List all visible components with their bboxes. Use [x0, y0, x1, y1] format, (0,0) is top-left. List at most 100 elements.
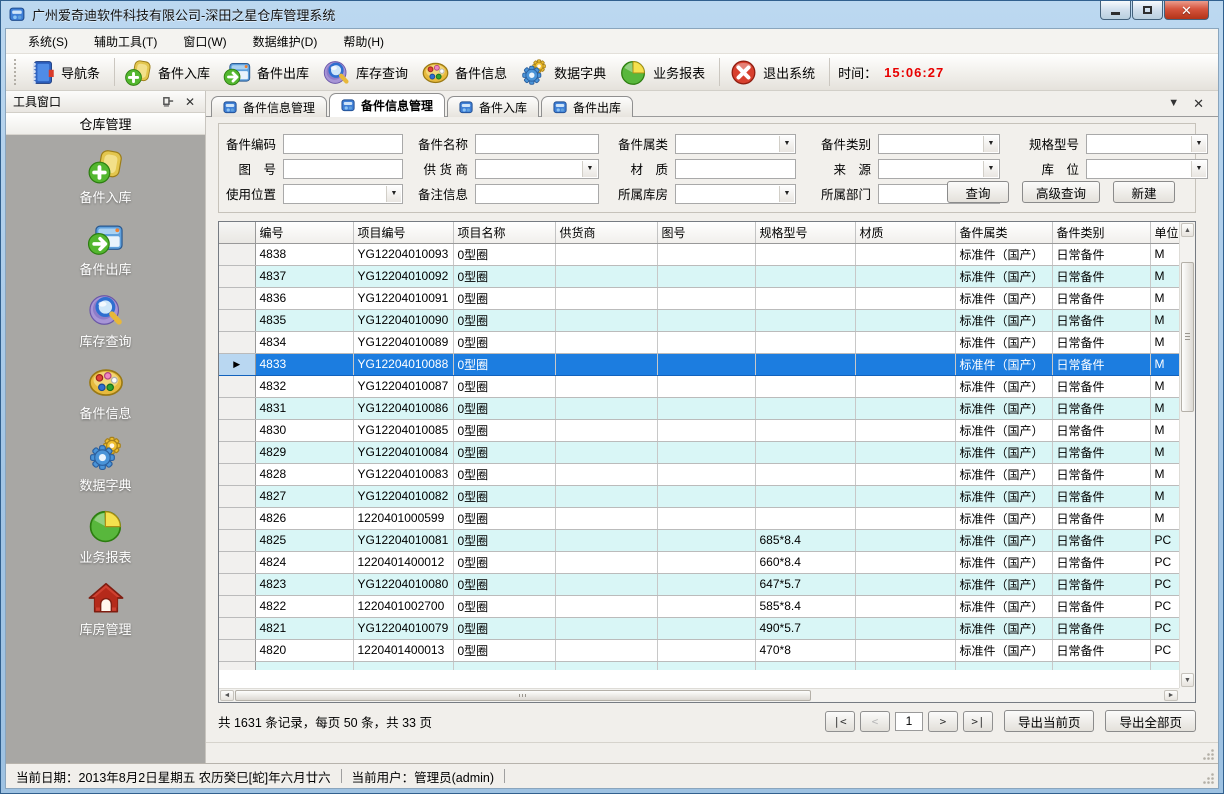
- query-button[interactable]: 查询: [947, 181, 1009, 203]
- toolbar-grip[interactable]: [14, 59, 18, 85]
- table-row[interactable]: 4828YG122040100830型圈标准件（国产）日常备件M: [219, 463, 1179, 485]
- table-row[interactable]: 4836YG122040100910型圈标准件（国产）日常备件M: [219, 287, 1179, 309]
- table-row[interactable]: 4821YG122040100790型圈490*5.7标准件（国产）日常备件PC: [219, 617, 1179, 639]
- chevron-down-icon[interactable]: ▼: [1191, 161, 1206, 177]
- menu-help[interactable]: 帮助(H): [333, 30, 394, 53]
- part-name-input[interactable]: [475, 134, 599, 154]
- table-row[interactable]: 482412204014000120型圈660*8.4标准件（国产）日常备件PC: [219, 551, 1179, 573]
- warehouse-select[interactable]: ▼: [675, 184, 796, 204]
- vertical-scroll-thumb[interactable]: [1181, 262, 1194, 412]
- menu-system[interactable]: 系统(S): [18, 30, 78, 53]
- sidebar-item-stock-query[interactable]: 库存查询: [41, 291, 171, 350]
- toolbar-exit-button[interactable]: 退出系统: [725, 56, 824, 89]
- table-row[interactable]: 4831YG122040100860型圈标准件（国产）日常备件M: [219, 397, 1179, 419]
- sidebar-item-spare-in[interactable]: 备件入库: [41, 147, 171, 206]
- row-selector-cell[interactable]: [219, 529, 255, 551]
- menu-aux-tools[interactable]: 辅助工具(T): [84, 30, 167, 53]
- pin-button[interactable]: [160, 94, 176, 110]
- sidebar-item-data-dict[interactable]: 数据字典: [41, 435, 171, 494]
- table-row[interactable]: 482012204014000130型圈470*8标准件（国产）日常备件PC: [219, 639, 1179, 661]
- toolbar-stock-query-button[interactable]: 库存查询: [318, 56, 417, 89]
- row-selector-cell[interactable]: [219, 507, 255, 529]
- table-row[interactable]: ▶4833YG122040100880型圈标准件（国产）日常备件M: [219, 353, 1179, 375]
- chevron-down-icon[interactable]: ▼: [779, 186, 794, 202]
- column-header[interactable]: 编号: [255, 222, 353, 243]
- table-row[interactable]: 482612204010005990型圈标准件（国产）日常备件M: [219, 507, 1179, 529]
- vertical-scrollbar[interactable]: ▲ ▼: [1179, 222, 1195, 688]
- sidebar-item-report[interactable]: 业务报表: [41, 507, 171, 566]
- scroll-right-icon[interactable]: ►: [1164, 690, 1178, 701]
- column-header[interactable]: 项目名称: [453, 222, 555, 243]
- row-selector-cell[interactable]: [219, 309, 255, 331]
- pager-prev-button[interactable]: <: [860, 711, 890, 732]
- menu-data-maintain[interactable]: 数据维护(D): [243, 30, 328, 53]
- toolbar-spare-out-button[interactable]: 备件出库: [219, 56, 318, 89]
- use-position-select[interactable]: ▼: [283, 184, 403, 204]
- table-row[interactable]: 4829YG122040100840型圈标准件（国产）日常备件M: [219, 441, 1179, 463]
- toolbar-data-dict-button[interactable]: 数据字典: [516, 56, 615, 89]
- column-header[interactable]: 供货商: [555, 222, 657, 243]
- chevron-down-icon[interactable]: ▼: [582, 161, 597, 177]
- row-selector-cell[interactable]: [219, 441, 255, 463]
- row-selector-cell[interactable]: [219, 243, 255, 265]
- pager-last-button[interactable]: >|: [963, 711, 993, 732]
- table-row[interactable]: 4830YG122040100850型圈标准件（国产）日常备件M: [219, 419, 1179, 441]
- minimize-button[interactable]: [1100, 1, 1131, 20]
- table-row[interactable]: 4825YG122040100810型圈685*8.4标准件（国产）日常备件PC: [219, 529, 1179, 551]
- close-button[interactable]: ✕: [1164, 1, 1209, 20]
- scroll-left-icon[interactable]: ◄: [220, 690, 234, 701]
- table-row[interactable]: 4834YG122040100890型圈标准件（国产）日常备件M: [219, 331, 1179, 353]
- row-selector-cell[interactable]: [219, 331, 255, 353]
- chevron-down-icon[interactable]: ▼: [779, 136, 794, 152]
- export-current-page-button[interactable]: 导出当前页: [1004, 710, 1095, 732]
- table-row[interactable]: 4838YG122040100930型圈标准件（国产）日常备件M: [219, 243, 1179, 265]
- supplier-select[interactable]: ▼: [475, 159, 599, 179]
- row-selector-cell[interactable]: [219, 573, 255, 595]
- part-category-select[interactable]: ▼: [675, 134, 796, 154]
- tab-spare-info-mgmt-1[interactable]: 备件信息管理: [211, 96, 327, 117]
- resize-grip-icon[interactable]: [1202, 748, 1215, 761]
- table-row[interactable]: 4823YG122040100800型圈647*5.7标准件（国产）日常备件PC: [219, 573, 1179, 595]
- sidebar-item-spare-out[interactable]: 备件出库: [41, 219, 171, 278]
- chevron-down-icon[interactable]: ▼: [983, 161, 998, 177]
- part-type-select[interactable]: ▼: [878, 134, 1000, 154]
- tab-spare-info-mgmt-2[interactable]: 备件信息管理: [329, 93, 445, 117]
- resize-grip-icon[interactable]: [1202, 772, 1215, 785]
- column-header[interactable]: 项目编号: [353, 222, 453, 243]
- table-row[interactable]: 4837YG122040100920型圈标准件（国产）日常备件M: [219, 265, 1179, 287]
- column-header[interactable]: 图号: [657, 222, 755, 243]
- source-select[interactable]: ▼: [878, 159, 1000, 179]
- tab-spare-out[interactable]: 备件出库: [541, 96, 633, 117]
- column-header[interactable]: 材质: [855, 222, 955, 243]
- chevron-down-icon[interactable]: ▼: [1191, 136, 1206, 152]
- table-row[interactable]: 4832YG122040100870型圈标准件（国产）日常备件M: [219, 375, 1179, 397]
- horizontal-scroll-thumb[interactable]: [235, 690, 811, 701]
- part-code-input[interactable]: [283, 134, 403, 154]
- drawing-no-input[interactable]: [283, 159, 403, 179]
- adv-query-button[interactable]: 高级查询: [1022, 181, 1100, 203]
- row-selector-cell[interactable]: [219, 639, 255, 661]
- scroll-down-icon[interactable]: ▼: [1181, 673, 1194, 687]
- toolbar-report-button[interactable]: 业务报表: [615, 56, 714, 89]
- table-row[interactable]: 4827YG122040100820型圈标准件（国产）日常备件M: [219, 485, 1179, 507]
- toolbar-spare-in-button[interactable]: 备件入库: [120, 56, 219, 89]
- spec-model-select[interactable]: ▼: [1086, 134, 1208, 154]
- row-selector-cell[interactable]: [219, 287, 255, 309]
- maximize-button[interactable]: [1132, 1, 1163, 20]
- row-selector-cell[interactable]: [219, 617, 255, 639]
- chevron-down-icon[interactable]: ▼: [1168, 98, 1179, 109]
- row-selector-cell[interactable]: [219, 397, 255, 419]
- close-tab-icon[interactable]: ✕: [1193, 97, 1204, 110]
- export-all-pages-button[interactable]: 导出全部页: [1105, 710, 1196, 732]
- new-button[interactable]: 新建: [1113, 181, 1175, 203]
- chevron-down-icon[interactable]: ▼: [386, 186, 401, 202]
- sidebar-item-warehouse-mgmt[interactable]: 库房管理: [41, 579, 171, 638]
- column-header[interactable]: 备件类别: [1052, 222, 1150, 243]
- page-number-input[interactable]: 1: [895, 712, 923, 731]
- row-selector-cell[interactable]: [219, 595, 255, 617]
- chevron-down-icon[interactable]: ▼: [983, 136, 998, 152]
- toolbar-spare-info-button[interactable]: 备件信息: [417, 56, 516, 89]
- horizontal-scrollbar[interactable]: ◄ ►: [219, 688, 1179, 702]
- row-selector-cell[interactable]: [219, 375, 255, 397]
- location-select[interactable]: ▼: [1086, 159, 1208, 179]
